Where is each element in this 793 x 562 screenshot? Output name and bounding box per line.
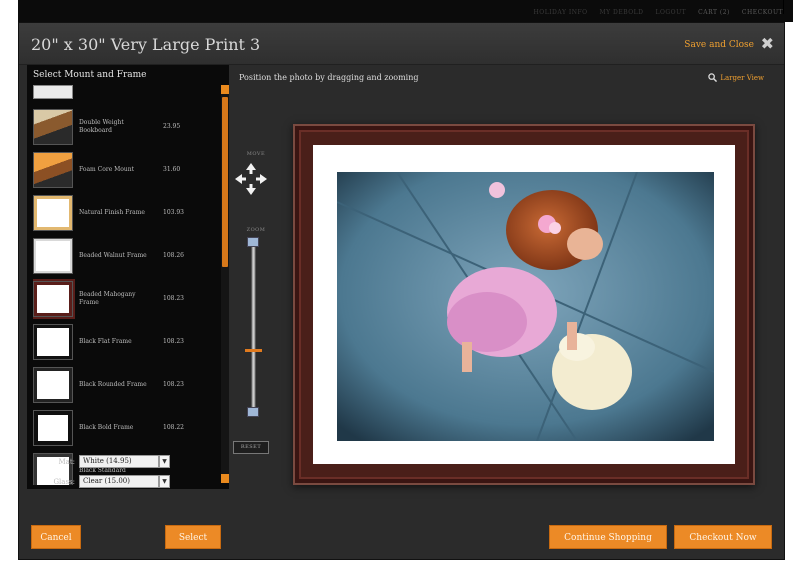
move-arrows-icon[interactable] — [233, 161, 269, 197]
close-icon[interactable]: ✖ — [761, 34, 774, 53]
select-button[interactable]: Select — [165, 525, 221, 549]
frame-item-price: 103.93 — [163, 209, 184, 216]
magnifier-icon — [708, 73, 718, 82]
glass-select-value: Clear (15.00) — [83, 477, 130, 485]
frame-item-price: 108.23 — [163, 381, 184, 388]
frame-thumbnail — [33, 366, 73, 403]
photo-image — [337, 172, 714, 441]
frame-item-price: 23.95 — [163, 123, 181, 130]
frame-item[interactable]: Black Rounded Frame 108.23 — [33, 363, 213, 406]
frame-item-price: 108.22 — [163, 424, 184, 431]
mat-select[interactable]: White (14.95) ▼ — [79, 455, 170, 468]
frame-preview[interactable] — [293, 124, 755, 485]
save-and-close-link[interactable]: Save and Close — [684, 40, 754, 50]
top-nav-account[interactable]: MY DEBOLD — [600, 9, 644, 16]
top-strip: HOLIDAY INFO MY DEBOLD LOGOUT CART (2) C… — [18, 0, 793, 22]
frame-thumbnail — [33, 237, 73, 274]
move-label: MOVE — [246, 151, 266, 157]
frame-thumbnail — [33, 323, 73, 360]
photo-preview[interactable] — [337, 172, 714, 441]
frame-item[interactable]: Beaded Walnut Frame 108.26 — [33, 234, 213, 277]
frame-thumbnail — [33, 194, 73, 231]
chevron-down-icon[interactable]: ▼ — [159, 475, 170, 488]
frame-item-name: Double Weight Bookboard — [79, 118, 124, 134]
larger-view-link[interactable]: Larger View — [708, 73, 764, 82]
glass-label: Glass: — [53, 477, 75, 486]
mat-row: Mat: White (14.95) ▼ — [27, 455, 229, 468]
frame-item-price: 108.23 — [163, 295, 184, 302]
top-nav-cart[interactable]: CART (2) — [698, 9, 730, 16]
top-nav-checkout[interactable]: CHECKOUT — [742, 9, 783, 16]
frame-item-name: Beaded Mahogany Frame — [79, 290, 136, 306]
mat-select-value: White (14.95) — [83, 457, 132, 465]
frame-item-name: Black Rounded Frame — [79, 380, 147, 388]
zoom-slider-handle[interactable] — [245, 349, 262, 352]
frame-item-name: Natural Finish Frame — [79, 208, 145, 216]
dialog-title: 20" x 30" Very Large Print 3 — [31, 35, 261, 54]
zoom-slider-track[interactable] — [251, 241, 256, 413]
continue-shopping-button[interactable]: Continue Shopping — [549, 525, 667, 549]
frame-item-price: 108.23 — [163, 338, 184, 345]
top-nav: HOLIDAY INFO MY DEBOLD LOGOUT CART (2) C… — [534, 9, 783, 16]
frame-thumbnail — [33, 409, 73, 446]
frame-dialog: 20" x 30" Very Large Print 3 Save and Cl… — [18, 22, 785, 560]
frame-item-name: Beaded Walnut Frame — [79, 251, 147, 259]
dialog-titlebar: 20" x 30" Very Large Print 3 Save and Cl… — [19, 23, 784, 65]
mount-frame-sidebar: Select Mount and Frame Double Weight Boo… — [27, 65, 229, 489]
frame-item-name: Black Flat Frame — [79, 337, 132, 345]
frame-item-selected[interactable]: Beaded Mahogany Frame 108.23 — [33, 277, 213, 320]
frame-item-name: Foam Core Mount — [79, 165, 135, 173]
glass-select[interactable]: Clear (15.00) ▼ — [79, 475, 170, 488]
top-nav-logout[interactable]: LOGOUT — [655, 9, 686, 16]
frame-thumbnail — [33, 108, 73, 145]
zoom-out-button[interactable] — [247, 407, 259, 417]
frame-item[interactable]: Black Bold Frame 108.22 — [33, 406, 213, 449]
checkout-now-button[interactable]: Checkout Now — [674, 525, 772, 549]
zoom-label: ZOOM — [246, 227, 266, 233]
frame-thumbnail — [33, 278, 75, 319]
mat-label: Mat: — [58, 457, 75, 466]
scroll-thumb[interactable] — [222, 97, 228, 267]
frame-item-price: 108.26 — [163, 252, 184, 259]
glass-row: Glass: Clear (15.00) ▼ — [27, 475, 229, 488]
frame-thumbnail — [33, 151, 73, 188]
reset-button[interactable]: RESET — [233, 441, 269, 454]
frame-list-scrollbar[interactable] — [221, 85, 229, 483]
cancel-button[interactable]: Cancel — [31, 525, 81, 549]
edge-line — [783, 0, 784, 14]
frame-item-name: Black Bold Frame — [79, 423, 134, 431]
list-item-partial-top[interactable] — [33, 85, 73, 99]
chevron-down-icon[interactable]: ▼ — [159, 455, 170, 468]
frame-item[interactable]: Natural Finish Frame 103.93 — [33, 191, 213, 234]
scroll-up-button[interactable] — [221, 85, 229, 94]
larger-view-label: Larger View — [720, 73, 764, 82]
frame-item-price: 31.60 — [163, 166, 181, 173]
mat-preview — [313, 145, 735, 464]
frame-item[interactable]: Double Weight Bookboard 23.95 — [33, 105, 213, 148]
zoom-in-button[interactable] — [247, 237, 259, 247]
top-nav-holiday[interactable]: HOLIDAY INFO — [534, 9, 588, 16]
frame-list: Double Weight Bookboard 23.95 Foam Core … — [33, 85, 213, 485]
frame-item[interactable]: Foam Core Mount 31.60 — [33, 148, 213, 191]
instruction-text: Position the photo by dragging and zoomi… — [239, 73, 419, 82]
sidebar-heading: Select Mount and Frame — [33, 70, 147, 80]
frame-item[interactable]: Black Flat Frame 108.23 — [33, 320, 213, 363]
